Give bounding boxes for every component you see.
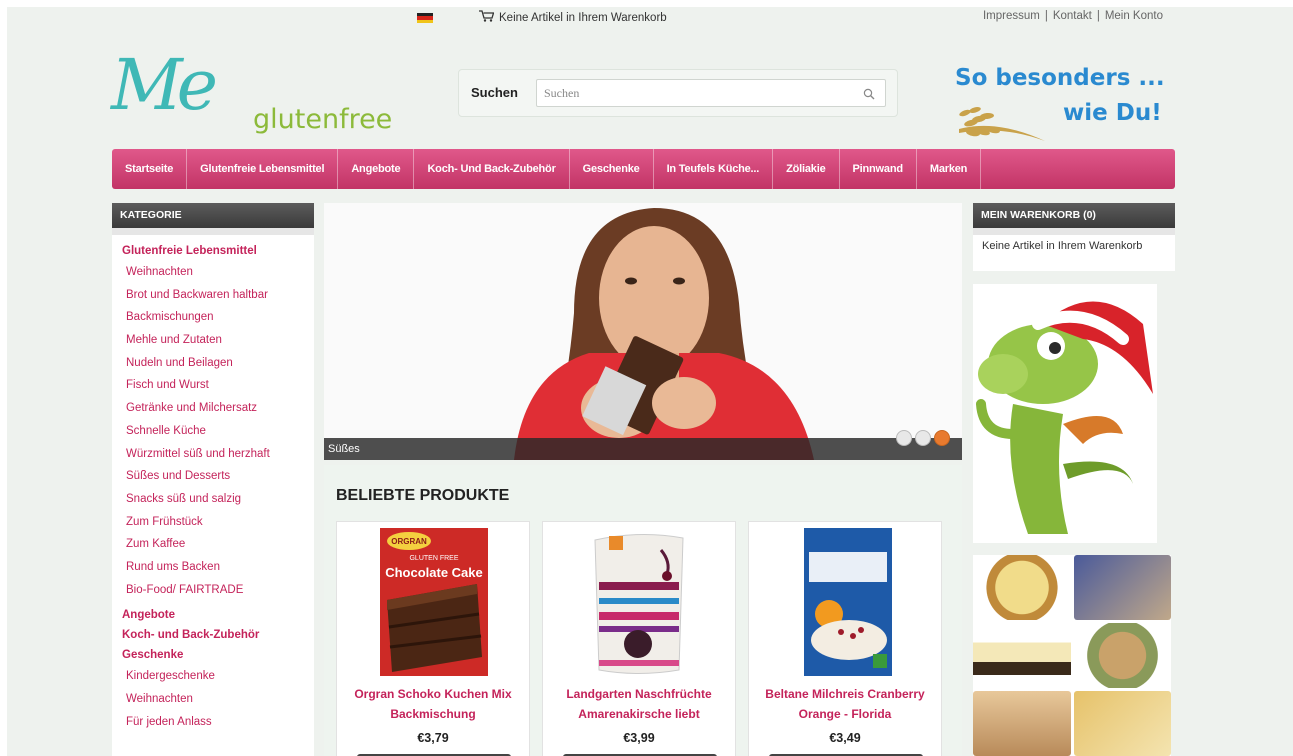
category-item[interactable]: Brot und Backwaren haltbar bbox=[122, 284, 314, 307]
product-image[interactable]: ORGRAN GLUTEN FREE Chocolate Cake bbox=[337, 522, 531, 682]
main-nav: Startseite Glutenfreie Lebensmittel Ange… bbox=[112, 149, 1175, 189]
logo-me: Me bbox=[111, 44, 218, 126]
pack-label: GLUTEN FREE bbox=[409, 555, 458, 562]
nav-teufels-kueche[interactable]: In Teufels Küche... bbox=[654, 149, 774, 189]
mini-cart-empty-text: Keine Artikel in Ihrem Warenkorb bbox=[982, 240, 1143, 252]
product-price: €3,49 bbox=[829, 731, 861, 745]
wheat-icon bbox=[959, 107, 1045, 141]
hero-image bbox=[324, 203, 962, 460]
slider-dot[interactable] bbox=[896, 430, 912, 446]
slider-dot[interactable] bbox=[915, 430, 931, 446]
slogan-line-1: So besonders ... bbox=[955, 65, 1165, 91]
search-icon[interactable] bbox=[863, 87, 875, 105]
products-heading: BELIEBTE PRODUKTE bbox=[336, 487, 510, 504]
category-item[interactable]: Zum Kaffee bbox=[122, 533, 314, 556]
food-tile bbox=[973, 691, 1071, 756]
category-item[interactable]: Würzmittel süß und herzhaft bbox=[122, 443, 314, 466]
category-list: Glutenfreie Lebensmittel Weihnachten Bro… bbox=[112, 235, 314, 733]
category-item[interactable]: Kindergeschenke bbox=[122, 665, 314, 688]
slogan-line-2: wie Du! bbox=[1063, 100, 1162, 126]
pack-brand: ORGRAN bbox=[391, 537, 427, 546]
cart-status-text: Keine Artikel in Ihrem Warenkorb bbox=[499, 11, 667, 24]
kontakt-link[interactable]: Kontakt bbox=[1053, 10, 1092, 22]
dragon-image bbox=[973, 284, 1157, 543]
slogan-banner: So besonders ... wie Du! bbox=[955, 65, 1170, 145]
cart-icon bbox=[479, 10, 495, 25]
category-item[interactable]: Bio-Food/ FAIRTRADE bbox=[122, 579, 314, 602]
food-tile bbox=[1073, 691, 1171, 756]
food-tile bbox=[1073, 555, 1171, 620]
slider-caption: Süßes bbox=[324, 438, 962, 460]
category-koch-back-zubehoer[interactable]: Koch- und Back-Zubehör bbox=[122, 625, 314, 645]
nav-startseite[interactable]: Startseite bbox=[112, 149, 188, 189]
product-card[interactable]: Landgarten Naschfrüchte Amarenakirsche l… bbox=[542, 521, 736, 756]
mein-konto-link[interactable]: Mein Konto bbox=[1105, 10, 1163, 22]
food-tile bbox=[1073, 623, 1171, 688]
separator: | bbox=[1044, 10, 1048, 22]
product-price: €3,99 bbox=[623, 731, 655, 745]
flag-germany-icon[interactable] bbox=[417, 13, 433, 23]
product-card[interactable]: ORGRAN GLUTEN FREE Chocolate Cake Orgran… bbox=[336, 521, 530, 756]
category-item[interactable]: Snacks süß und salzig bbox=[122, 488, 314, 511]
impressum-link[interactable]: Impressum bbox=[983, 10, 1040, 22]
nav-glutenfreie-lebensmittel[interactable]: Glutenfreie Lebensmittel bbox=[187, 149, 339, 189]
product-name[interactable]: Orgran Schoko Kuchen Mix Backmischung bbox=[337, 684, 529, 724]
category-item[interactable]: Weihnachten bbox=[122, 688, 314, 711]
nav-pinnwand[interactable]: Pinnwand bbox=[840, 149, 917, 189]
nav-geschenke[interactable]: Geschenke bbox=[570, 149, 654, 189]
logo-glutenfree: glutenfree bbox=[253, 104, 393, 135]
category-item[interactable]: Für jeden Anlass bbox=[122, 711, 314, 734]
hero-slider[interactable]: Süßes bbox=[324, 203, 962, 460]
food-tile bbox=[973, 623, 1071, 688]
category-item[interactable]: Mehle und Zutaten bbox=[122, 329, 314, 352]
category-item[interactable]: Getränke und Milchersatz bbox=[122, 397, 314, 420]
product-image[interactable] bbox=[543, 522, 737, 682]
popular-products: BELIEBTE PRODUKTE ORGRAN GLUTEN FREE Cho… bbox=[324, 465, 962, 756]
nav-zoeliakie[interactable]: Zöliakie bbox=[773, 149, 840, 189]
category-item[interactable]: Backmischungen bbox=[122, 306, 314, 329]
nav-angebote[interactable]: Angebote bbox=[338, 149, 415, 189]
category-item[interactable]: Weihnachten bbox=[122, 261, 314, 284]
dragon-banner[interactable] bbox=[973, 284, 1157, 543]
food-tile bbox=[973, 555, 1071, 620]
page: Keine Artikel in Ihrem Warenkorb Impress… bbox=[7, 7, 1293, 756]
product-name[interactable]: Landgarten Naschfrüchte Amarenakirsche l… bbox=[543, 684, 735, 724]
category-glutenfreie-lebensmittel[interactable]: Glutenfreie Lebensmittel bbox=[122, 241, 314, 261]
category-geschenke[interactable]: Geschenke bbox=[122, 645, 314, 665]
top-links: Impressum | Kontakt | Mein Konto bbox=[983, 10, 1163, 22]
category-item[interactable]: Zum Frühstück bbox=[122, 511, 314, 534]
mini-cart-heading[interactable]: MEIN WARENKORB (0) bbox=[973, 203, 1175, 235]
category-item[interactable]: Schnelle Küche bbox=[122, 420, 314, 443]
category-item[interactable]: Rund ums Backen bbox=[122, 556, 314, 579]
category-sidebar: KATEGORIE Glutenfreie Lebensmittel Weihn… bbox=[112, 203, 314, 756]
product-image[interactable] bbox=[749, 522, 943, 682]
search-input[interactable]: Suchen bbox=[536, 79, 886, 107]
separator: | bbox=[1096, 10, 1100, 22]
search-label: Suchen bbox=[471, 85, 518, 100]
search-box: Suchen Suchen bbox=[458, 69, 898, 117]
top-cart-status[interactable]: Keine Artikel in Ihrem Warenkorb bbox=[479, 10, 667, 25]
pack-title: Chocolate Cake bbox=[385, 565, 483, 580]
mini-cart: MEIN WARENKORB (0) Keine Artikel in Ihre… bbox=[973, 203, 1175, 271]
slider-dots bbox=[896, 430, 950, 446]
category-angebote[interactable]: Angebote bbox=[122, 605, 314, 625]
category-heading: KATEGORIE bbox=[112, 203, 314, 235]
category-item[interactable]: Süßes und Desserts bbox=[122, 465, 314, 488]
product-card[interactable]: Beltane Milchreis Cranberry Orange - Flo… bbox=[748, 521, 942, 756]
nav-koch-back-zubehoer[interactable]: Koch- Und Back-Zubehör bbox=[414, 149, 570, 189]
site-logo[interactable]: Me glutenfree bbox=[111, 44, 421, 147]
category-item[interactable]: Fisch und Wurst bbox=[122, 374, 314, 397]
food-collage[interactable] bbox=[973, 555, 1171, 756]
nav-marken[interactable]: Marken bbox=[917, 149, 982, 189]
category-item[interactable]: Nudeln und Beilagen bbox=[122, 352, 314, 375]
slider-dot-active[interactable] bbox=[934, 430, 950, 446]
product-name[interactable]: Beltane Milchreis Cranberry Orange - Flo… bbox=[749, 684, 941, 724]
product-price: €3,79 bbox=[417, 731, 449, 745]
